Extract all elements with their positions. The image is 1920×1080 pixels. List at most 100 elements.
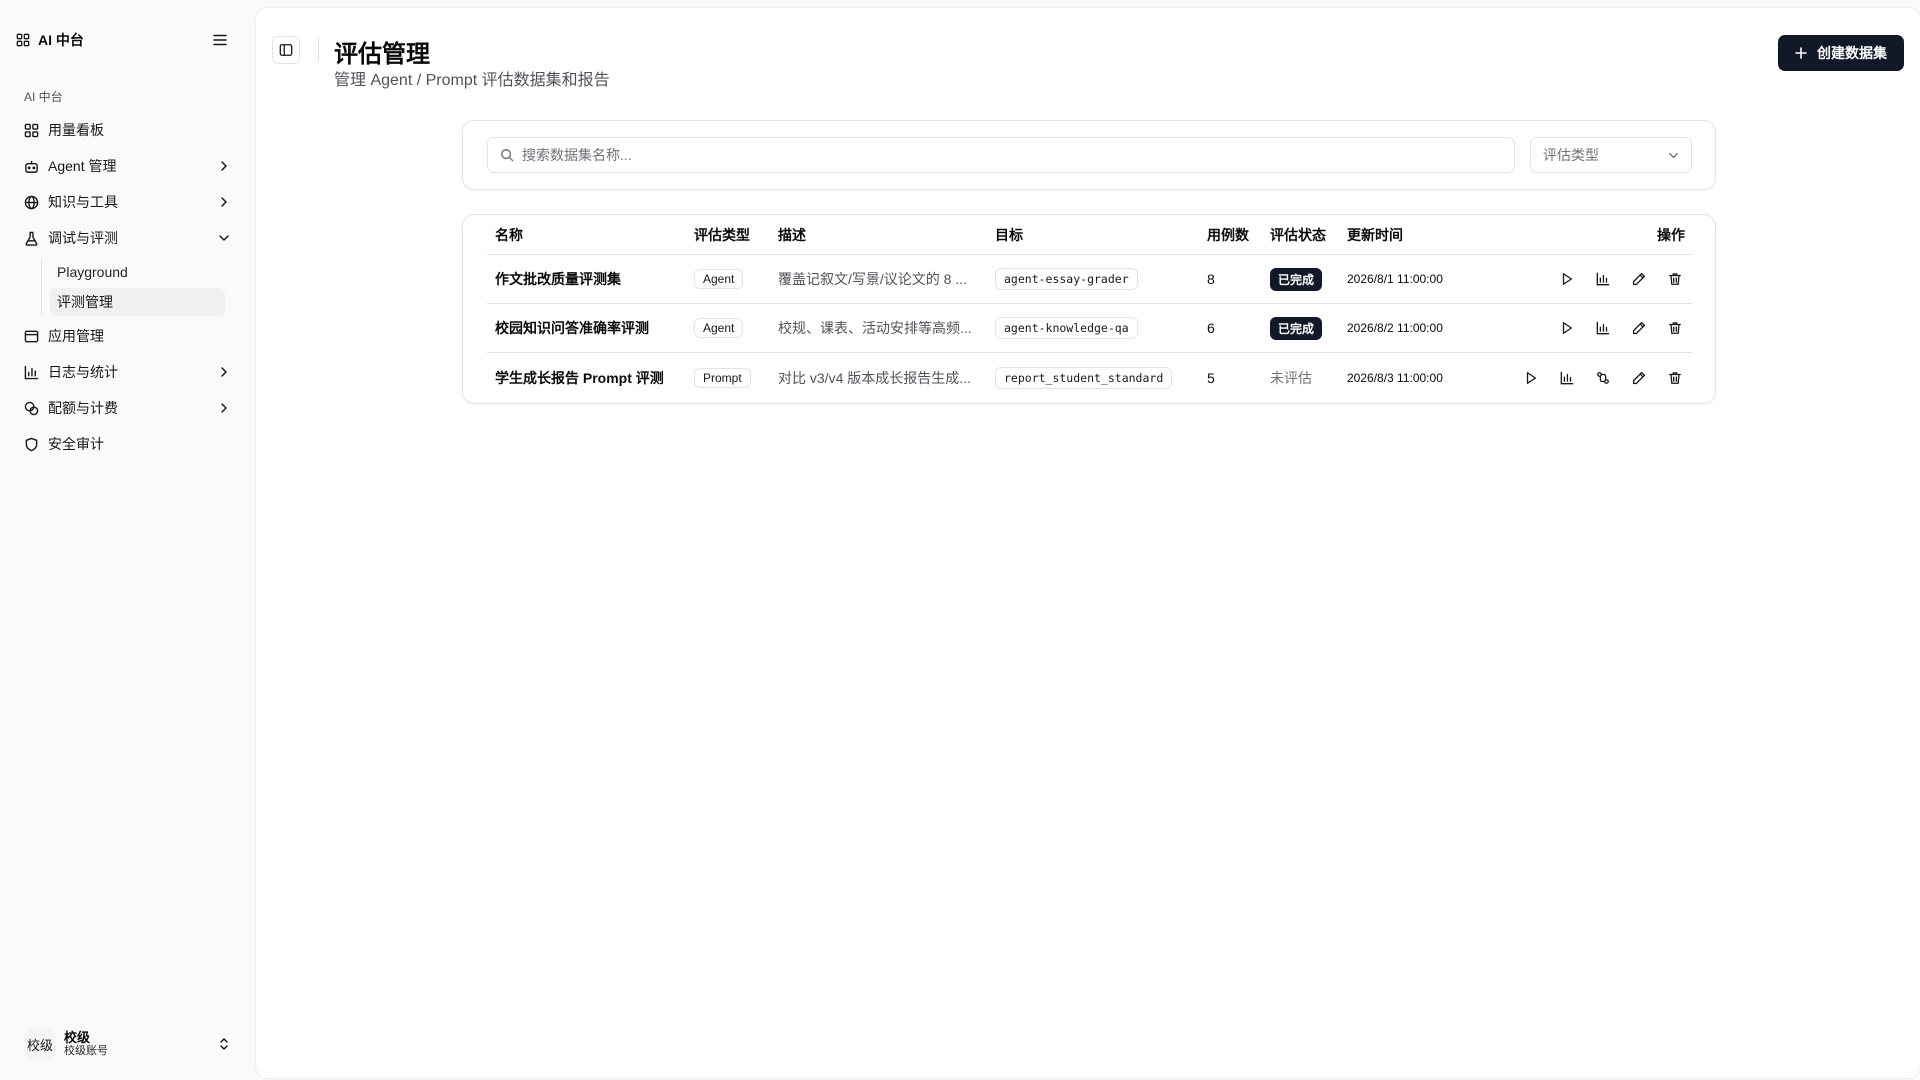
- case-count: 8: [1207, 271, 1215, 287]
- play-icon: [1524, 371, 1538, 385]
- trash-icon: [1668, 371, 1682, 385]
- row-actions: [1497, 304, 1693, 352]
- chevron-right-icon: [218, 366, 230, 378]
- grid-icon: [16, 33, 30, 47]
- dataset-name[interactable]: 校园知识问答准确率评测: [495, 304, 685, 352]
- report-button[interactable]: [1553, 364, 1581, 392]
- sidebar-collapse-button[interactable]: [272, 36, 300, 64]
- chevrons-up-down-icon: [218, 1037, 230, 1051]
- dataset-description: 校规、课表、活动安排等高频...: [778, 320, 972, 336]
- sidebar-item-debug-eval[interactable]: 调试与评测: [16, 220, 238, 256]
- dashboard-icon: [24, 123, 39, 138]
- status-cell: 已完成: [1270, 304, 1346, 352]
- sidebar-item-label: 知识与工具: [48, 194, 118, 210]
- status-badge: 已完成: [1270, 267, 1323, 291]
- column-header-ops: 操作: [1657, 226, 1685, 243]
- brand[interactable]: AI 中台: [16, 30, 84, 50]
- report-button[interactable]: [1589, 314, 1617, 342]
- filter-card: 搜索数据集名称... 评估类型: [462, 120, 1716, 190]
- sidebar-item-label: 配额与计费: [48, 400, 118, 416]
- sidebar-item-security-audit[interactable]: 安全审计: [16, 426, 238, 462]
- create-dataset-label: 创建数据集: [1817, 45, 1887, 61]
- search-placeholder: 搜索数据集名称...: [522, 147, 632, 163]
- updated-time: 2026/8/2 11:00:00: [1347, 321, 1443, 335]
- chevron-down-icon: [1668, 150, 1679, 161]
- main-panel: 评估管理 管理 Agent / Prompt 评估数据集和报告 创建数据集 搜索…: [256, 8, 1920, 1078]
- pencil-icon: [1632, 371, 1646, 385]
- page-subtitle: 管理 Agent / Prompt 评估数据集和报告: [334, 72, 610, 89]
- plus-icon: [1795, 47, 1807, 59]
- run-button[interactable]: [1517, 364, 1545, 392]
- status-badge: 已完成: [1270, 316, 1323, 340]
- table-row: 作文批改质量评测集 Agent 覆盖记叙文/写景/议论文的 8 ... agen…: [487, 255, 1693, 304]
- table-header: 名称 评估类型 描述 目标 用例数 评估状态 更新时间 操作: [487, 215, 1693, 255]
- menu-toggle-button[interactable]: [208, 28, 232, 52]
- column-header-name: 名称: [495, 226, 523, 243]
- brand-title: AI 中台: [38, 32, 84, 48]
- app-window-icon: [24, 329, 39, 344]
- header-divider: [318, 38, 319, 62]
- type-cell: Agent: [694, 304, 774, 352]
- sidebar-item-agent-management[interactable]: Agent 管理: [16, 148, 238, 184]
- dataset-description: 覆盖记叙文/写景/议论文的 8 ...: [778, 271, 968, 287]
- sidebar-submenu-debug-eval: Playground 评测管理: [41, 258, 238, 316]
- compare-button[interactable]: [1589, 364, 1617, 392]
- user-name: 校级: [64, 1029, 91, 1045]
- delete-button[interactable]: [1661, 364, 1689, 392]
- target-code: agent-essay-grader: [995, 268, 1138, 290]
- edit-button[interactable]: [1625, 314, 1653, 342]
- sidebar-subitem-eval-management[interactable]: 评测管理: [50, 288, 225, 316]
- dataset-name[interactable]: 学生成长报告 Prompt 评测: [495, 353, 685, 402]
- desc-cell: 对比 v3/v4 版本成长报告生成...: [778, 353, 988, 402]
- column-header-status: 评估状态: [1270, 226, 1326, 243]
- menu-icon: [213, 34, 227, 46]
- type-cell: Agent: [694, 255, 774, 303]
- sidebar-group-label: AI 中台: [24, 90, 63, 104]
- sidebar-item-label: 调试与评测: [48, 230, 118, 246]
- case-count: 6: [1207, 320, 1215, 336]
- type-badge: Agent: [694, 269, 744, 289]
- datasets-table: 名称 评估类型 描述 目标 用例数 评估状态 更新时间 操作 作文批改质量评测集…: [462, 214, 1716, 404]
- bar-chart-icon: [1596, 321, 1610, 335]
- sidebar-item-label: 用量看板: [48, 122, 104, 138]
- delete-button[interactable]: [1661, 314, 1689, 342]
- row-actions: [1497, 255, 1693, 303]
- bar-chart-icon: [1596, 272, 1610, 286]
- search-input[interactable]: 搜索数据集名称...: [487, 137, 1515, 173]
- play-icon: [1560, 321, 1574, 335]
- status-cell: 已完成: [1270, 255, 1346, 303]
- globe-icon: [24, 195, 39, 210]
- sidebar-item-logs-stats[interactable]: 日志与统计: [16, 354, 238, 390]
- sidebar-item-knowledge-tools[interactable]: 知识与工具: [16, 184, 238, 220]
- edit-button[interactable]: [1625, 364, 1653, 392]
- dataset-name[interactable]: 作文批改质量评测集: [495, 255, 685, 303]
- coins-icon: [24, 401, 39, 416]
- sidebar-item-usage-dashboard[interactable]: 用量看板: [16, 112, 238, 148]
- sidebar-item-label: 日志与统计: [48, 364, 118, 380]
- run-button[interactable]: [1553, 265, 1581, 293]
- eval-type-select[interactable]: 评估类型: [1530, 137, 1692, 173]
- run-button[interactable]: [1553, 314, 1581, 342]
- pencil-icon: [1632, 321, 1646, 335]
- trash-icon: [1668, 321, 1682, 335]
- bot-icon: [24, 159, 39, 174]
- user-menu[interactable]: 校级 校级 校级账号: [16, 1024, 238, 1064]
- user-info: 校级 校级账号: [64, 1030, 210, 1059]
- report-button[interactable]: [1589, 265, 1617, 293]
- sidebar-item-label: Agent 管理: [48, 158, 117, 174]
- trash-icon: [1668, 272, 1682, 286]
- delete-button[interactable]: [1661, 265, 1689, 293]
- panel-left-icon: [279, 43, 293, 57]
- sidebar-item-quota-billing[interactable]: 配额与计费: [16, 390, 238, 426]
- target-cell: report_student_standard: [995, 353, 1205, 402]
- sidebar-item-app-management[interactable]: 应用管理: [16, 318, 238, 354]
- edit-button[interactable]: [1625, 265, 1653, 293]
- sidebar-subitem-playground[interactable]: Playground: [50, 258, 225, 286]
- create-dataset-button[interactable]: 创建数据集: [1778, 35, 1904, 71]
- desc-cell: 校规、课表、活动安排等高频...: [778, 304, 988, 352]
- row-actions: [1497, 353, 1693, 402]
- chevron-right-icon: [218, 196, 230, 208]
- sidebar-nav: 用量看板 Agent 管理 知识与工具 调试与评测 Playground 评测管…: [16, 112, 238, 462]
- column-header-type: 评估类型: [694, 226, 750, 243]
- column-header-time: 更新时间: [1347, 226, 1403, 243]
